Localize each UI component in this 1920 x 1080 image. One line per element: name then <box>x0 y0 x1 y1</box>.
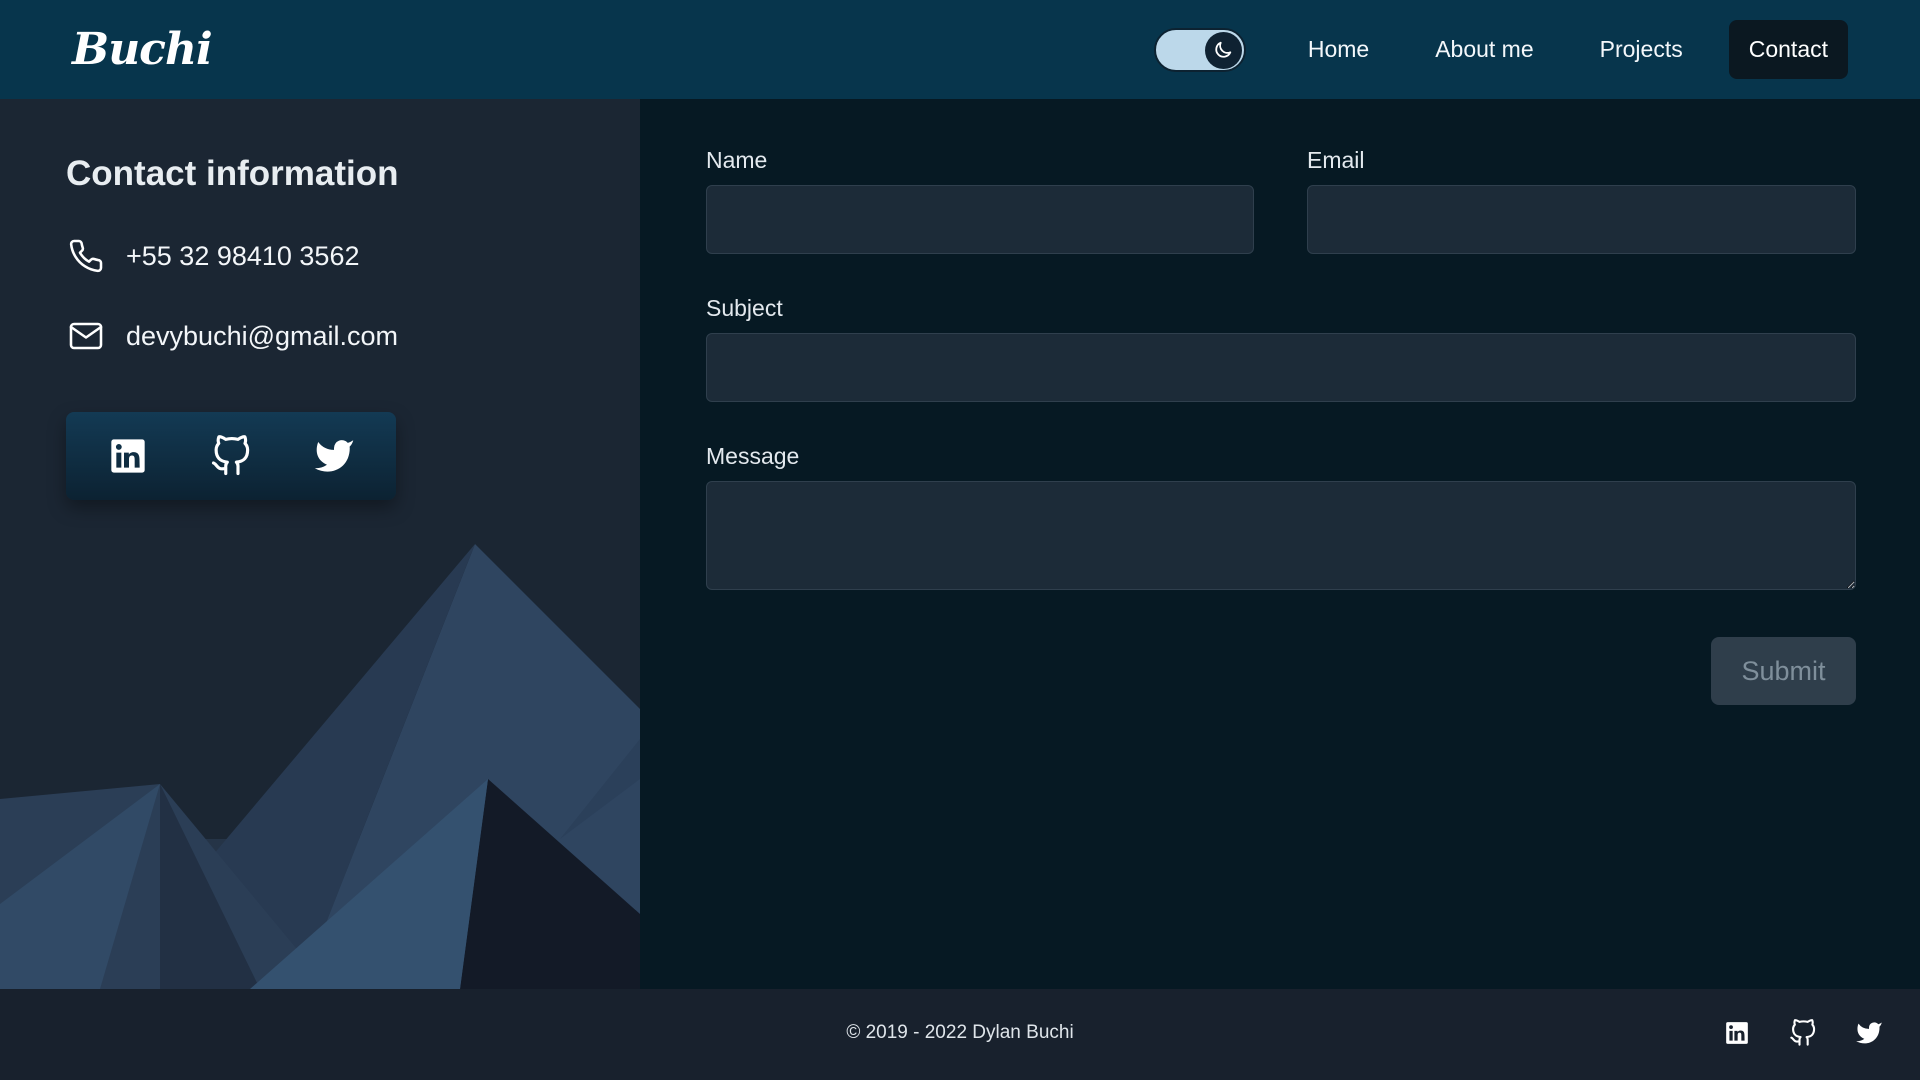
site-header: Buchi Home About me Projects Contact <box>0 0 1920 99</box>
subject-input[interactable] <box>706 333 1856 402</box>
site-footer: © 2019 - 2022 Dylan Buchi <box>0 989 1920 1080</box>
linkedin-icon[interactable] <box>104 432 152 480</box>
mail-icon <box>66 316 106 356</box>
nav-projects[interactable]: Projects <box>1580 20 1703 79</box>
contact-info-panel: Contact information +55 32 98410 3562 de… <box>0 99 640 989</box>
linkedin-icon[interactable] <box>1716 1012 1758 1054</box>
subject-label: Subject <box>706 295 783 321</box>
github-icon[interactable] <box>1782 1012 1824 1054</box>
github-icon[interactable] <box>207 432 255 480</box>
social-links <box>66 412 396 500</box>
phone-icon <box>66 236 106 276</box>
theme-toggle[interactable] <box>1153 27 1246 72</box>
footer-social-links <box>1692 1012 1890 1054</box>
nav-home[interactable]: Home <box>1288 20 1389 79</box>
email-row: devybuchi@gmail.com <box>66 316 398 356</box>
phone-number[interactable]: +55 32 98410 3562 <box>126 241 359 272</box>
submit-button[interactable]: Submit <box>1711 637 1856 705</box>
email-address[interactable]: devybuchi@gmail.com <box>126 321 398 352</box>
toggle-knob <box>1204 31 1242 69</box>
moon-icon <box>1215 41 1232 58</box>
twitter-icon[interactable] <box>310 432 358 480</box>
name-label: Name <box>706 147 768 173</box>
email-input[interactable] <box>1307 185 1856 254</box>
contact-form: Name Email Subject Message Submit <box>640 99 1920 989</box>
mountains-illustration <box>0 544 640 989</box>
contact-title: Contact information <box>66 154 399 193</box>
message-label: Message <box>706 443 800 469</box>
email-label: Email <box>1307 147 1365 173</box>
nav-contact[interactable]: Contact <box>1728 20 1848 79</box>
name-input[interactable] <box>706 185 1254 254</box>
main-nav: Home About me Projects Contact <box>1153 20 1848 79</box>
nav-about-me[interactable]: About me <box>1415 20 1553 79</box>
phone-row: +55 32 98410 3562 <box>66 236 359 276</box>
message-textarea[interactable] <box>706 481 1856 590</box>
copyright-text: © 2019 - 2022 Dylan Buchi <box>846 1022 1074 1043</box>
logo[interactable]: Buchi <box>72 24 213 75</box>
twitter-icon[interactable] <box>1848 1012 1890 1054</box>
